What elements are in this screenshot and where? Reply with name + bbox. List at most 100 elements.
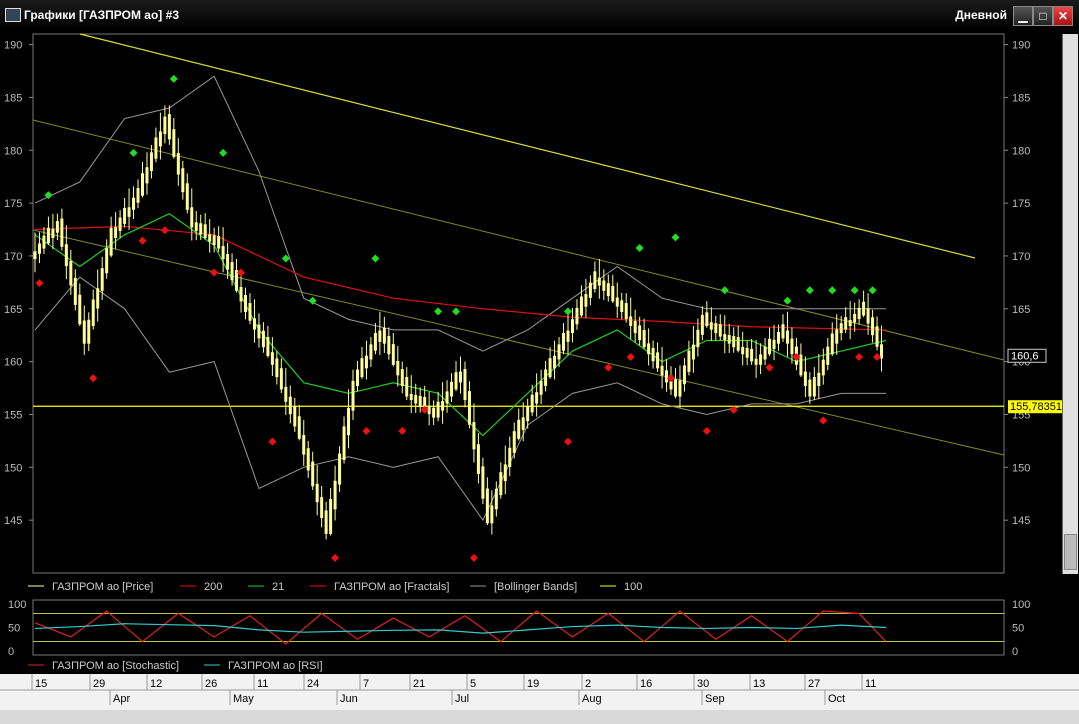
price-candle	[517, 419, 521, 439]
price-candle	[799, 354, 803, 376]
price-candle	[158, 131, 162, 147]
price-candle	[55, 221, 59, 233]
price-candle	[539, 380, 543, 395]
price-candle	[378, 330, 382, 342]
price-candle	[862, 301, 866, 316]
price-candle	[857, 307, 861, 320]
vertical-scrollbar[interactable]	[1062, 34, 1078, 574]
price-candle	[705, 312, 709, 327]
price-candle	[508, 447, 512, 467]
osc-tick-label-right: 100	[1012, 599, 1030, 611]
price-candle	[230, 262, 234, 281]
price-candle	[821, 359, 825, 376]
price-candle	[848, 319, 852, 327]
month-label: Aug	[582, 693, 602, 705]
price-candle	[123, 207, 127, 224]
price-candle	[360, 358, 364, 378]
month-label: Apr	[113, 693, 130, 705]
price-candle	[87, 319, 91, 344]
y-tick-label-right: 145	[1012, 515, 1030, 527]
month-label: Jul	[455, 693, 469, 705]
month-label: Jun	[340, 693, 358, 705]
price-candle	[324, 510, 328, 534]
price-candle	[288, 396, 292, 415]
price-candle	[777, 332, 781, 344]
price-candle	[369, 344, 373, 360]
price-candle	[553, 355, 557, 369]
chart-app-icon	[5, 8, 21, 22]
day-label: 15	[35, 678, 47, 690]
price-candle	[745, 347, 749, 358]
y-tick-label-left: 185	[4, 92, 22, 104]
price-candle	[535, 392, 539, 404]
price-candle	[136, 188, 140, 203]
last-price-label: 160,6	[1011, 350, 1039, 362]
price-candle	[714, 323, 718, 334]
price-candle	[154, 137, 158, 159]
chart-canvas[interactable]: 1451451501501551551601601651651701701751…	[0, 30, 1079, 724]
price-candle	[252, 318, 256, 330]
price-candle	[176, 153, 180, 175]
day-label: 19	[527, 678, 539, 690]
price-candle	[593, 271, 597, 290]
osc-legend-item: ГАЗПРОМ ао [RSI]	[228, 660, 323, 672]
price-candle	[875, 326, 879, 347]
price-candle	[521, 417, 525, 430]
price-candle	[387, 336, 391, 355]
price-candle	[203, 224, 207, 238]
price-candle	[754, 358, 758, 365]
price-candle	[660, 365, 664, 376]
price-candle	[409, 393, 413, 401]
day-label: 5	[470, 678, 476, 690]
price-candle	[503, 464, 507, 482]
day-label: 24	[307, 678, 319, 690]
price-candle	[82, 320, 86, 344]
window-title: Графики [ГАЗПРОМ ао] #3	[24, 8, 179, 22]
price-candle	[584, 294, 588, 307]
price-candle	[732, 336, 736, 348]
price-candle	[566, 330, 570, 342]
price-candle	[418, 395, 422, 408]
maximize-button[interactable]: □	[1033, 6, 1053, 26]
price-candle	[785, 330, 789, 344]
month-label: May	[233, 693, 254, 705]
price-candle	[647, 343, 651, 355]
price-candle	[830, 333, 834, 355]
price-candle	[844, 317, 848, 330]
day-label: 30	[697, 678, 709, 690]
price-candle	[441, 401, 445, 411]
price-candle	[118, 217, 122, 231]
price-candle	[772, 339, 776, 349]
price-candle	[665, 370, 669, 383]
period-selector[interactable]: Дневной	[955, 8, 1007, 22]
price-candle	[579, 296, 583, 316]
price-candle	[114, 227, 118, 238]
price-candle	[768, 338, 772, 355]
chart-window: 1451451501501551551601601651651701701751…	[0, 30, 1079, 724]
price-candle	[472, 422, 476, 450]
y-tick-label-right: 180	[1012, 145, 1030, 157]
price-candle	[781, 324, 785, 339]
day-label: 29	[93, 678, 105, 690]
price-candle	[244, 295, 248, 312]
price-candle	[46, 227, 50, 244]
price-candle	[279, 368, 283, 390]
price-candle	[588, 282, 592, 298]
price-candle	[642, 329, 646, 348]
price-candle	[673, 379, 677, 397]
price-candle	[432, 407, 436, 418]
price-candle	[620, 300, 624, 312]
day-label: 11	[865, 678, 876, 690]
price-candle	[199, 223, 203, 235]
close-button[interactable]: ✕	[1053, 6, 1073, 26]
minimize-button[interactable]: ▁	[1013, 6, 1033, 26]
price-candle	[391, 344, 395, 365]
y-tick-label-left: 180	[4, 145, 22, 157]
scrollbar-thumb[interactable]	[1064, 534, 1077, 570]
price-candle	[597, 277, 601, 286]
day-label: 11	[257, 678, 268, 690]
price-candle	[490, 505, 494, 524]
price-candle	[73, 277, 77, 305]
price-candle	[306, 448, 310, 471]
month-label: Sep	[705, 693, 725, 705]
